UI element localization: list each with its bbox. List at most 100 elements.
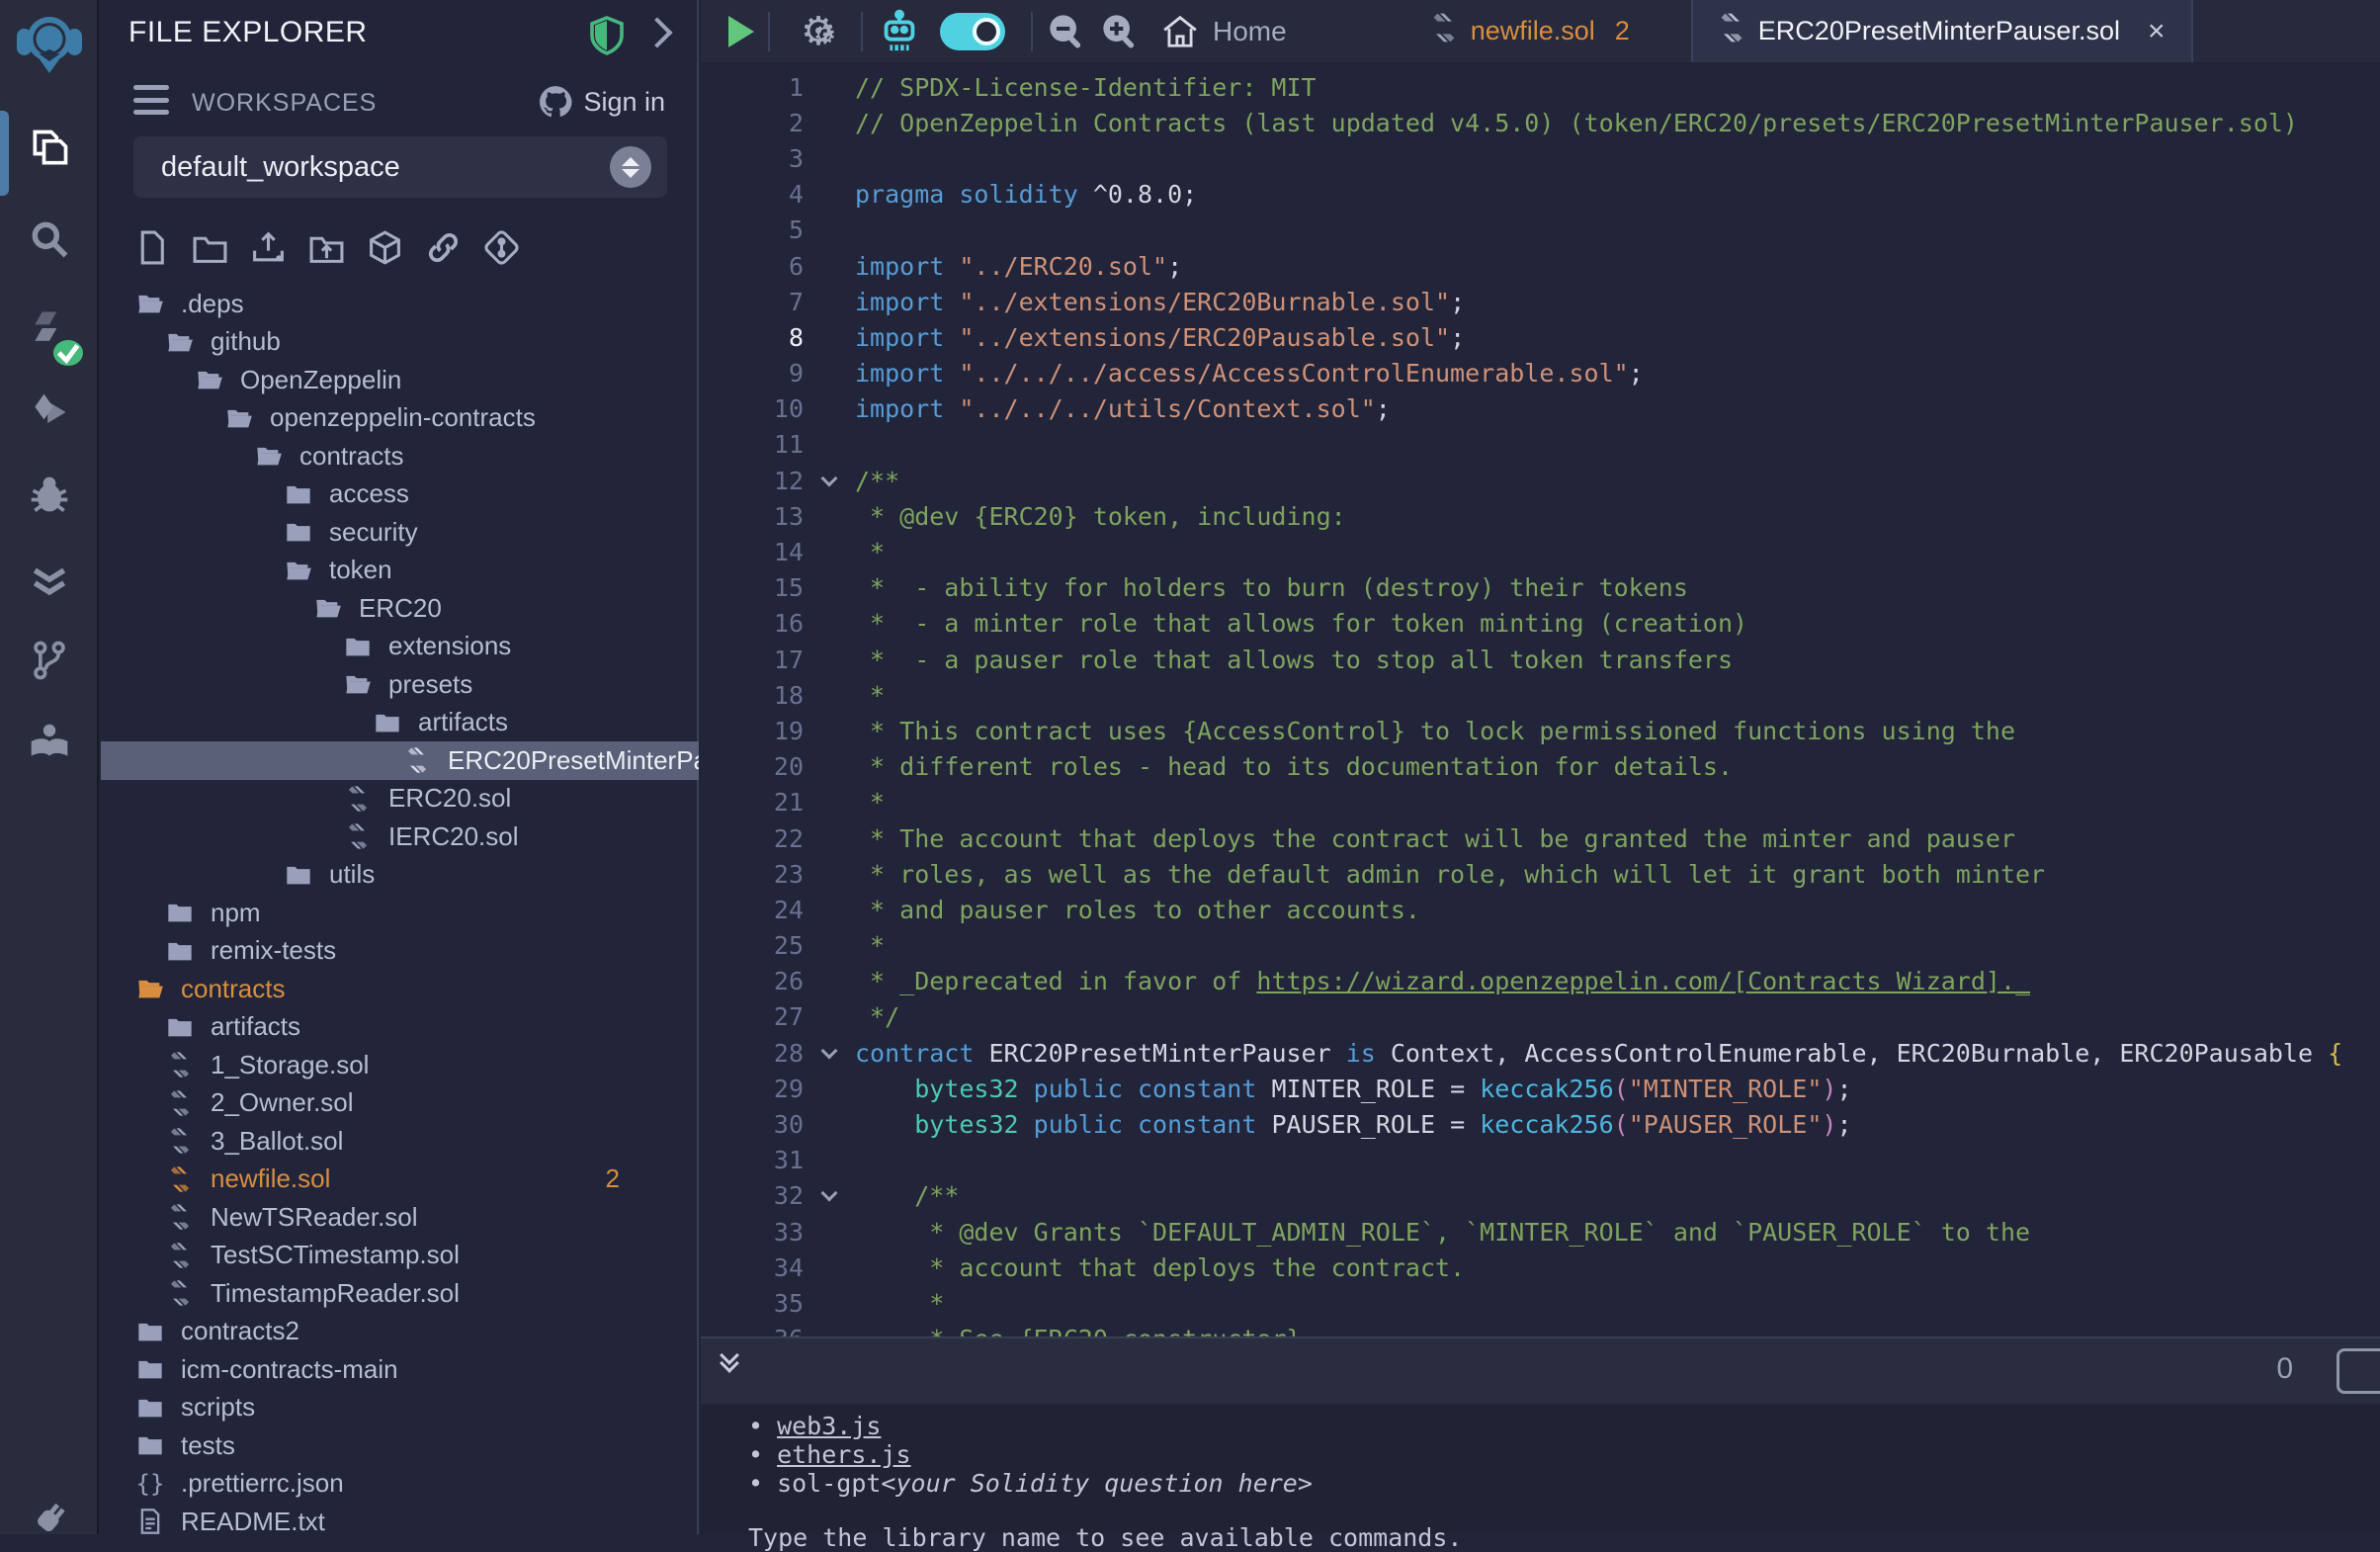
code-line-30[interactable]: 30 bytes32 public constant PAUSER_ROLE =… <box>701 1106 2380 1142</box>
tree-item-contracts[interactable]: contracts <box>101 970 699 1008</box>
code-line-16[interactable]: 16 * - a minter role that allows for tok… <box>701 606 2380 642</box>
code-line-10[interactable]: 10import "../../../utils/Context.sol"; <box>701 391 2380 427</box>
tree-item-presets[interactable]: presets <box>101 665 699 704</box>
tree-item-github[interactable]: github <box>101 323 699 362</box>
terminal-search-box[interactable] <box>2337 1348 2380 1394</box>
code-line-12[interactable]: 12/** <box>701 463 2380 498</box>
debugger-icon[interactable] <box>0 463 99 526</box>
upload-file-icon[interactable] <box>250 229 287 266</box>
collapse-panel-icon[interactable] <box>641 17 672 47</box>
tree-item--deps[interactable]: .deps <box>101 285 699 323</box>
fold-chevron-icon[interactable] <box>804 1192 855 1199</box>
tree-item-erc20-sol[interactable]: ERC20.sol <box>101 780 699 819</box>
tree-item-tests[interactable]: tests <box>101 1426 699 1465</box>
code-line-33[interactable]: 33 * @dev Grants `DEFAULT_ADMIN_ROLE`, `… <box>701 1214 2380 1250</box>
tree-item-2-owner-sol[interactable]: 2_Owner.sol <box>101 1084 699 1123</box>
tree-item-newfile-sol[interactable]: newfile.sol2 <box>101 1161 699 1199</box>
tree-item-erc20[interactable]: ERC20 <box>101 589 699 628</box>
terminal-link[interactable]: ethers.js <box>777 1440 910 1469</box>
git-clone-icon[interactable] <box>483 229 520 266</box>
ipfs-cube-icon[interactable] <box>367 229 403 266</box>
zoom-out-icon[interactable] <box>1047 12 1086 51</box>
unit-testing-icon[interactable] <box>0 550 99 613</box>
link-icon[interactable] <box>425 229 462 266</box>
code-line-1[interactable]: 1// SPDX-License-Identifier: MIT <box>701 69 2380 105</box>
tab-erc20presetminterpauser[interactable]: ERC20PresetMinterPauser.sol × <box>1691 0 2193 62</box>
new-folder-icon[interactable] <box>192 229 228 266</box>
tree-item-remix-tests[interactable]: remix-tests <box>101 932 699 971</box>
code-line-7[interactable]: 7import "../extensions/ERC20Burnable.sol… <box>701 284 2380 319</box>
tree-item-contracts[interactable]: contracts <box>101 437 699 475</box>
tree-item-npm[interactable]: npm <box>101 894 699 932</box>
learneth-icon[interactable] <box>0 710 99 773</box>
search-icon[interactable] <box>0 208 99 271</box>
tree-item-utils[interactable]: utils <box>101 856 699 895</box>
workspaces-menu-icon[interactable] <box>133 85 169 115</box>
code-line-15[interactable]: 15 * - ability for holders to burn (dest… <box>701 570 2380 606</box>
upload-folder-icon[interactable] <box>308 229 345 266</box>
code-line-19[interactable]: 19 * This contract uses {AccessControl} … <box>701 713 2380 748</box>
code-line-26[interactable]: 26 * _Deprecated in favor of https://wiz… <box>701 964 2380 999</box>
code-line-3[interactable]: 3 <box>701 140 2380 176</box>
code-line-9[interactable]: 9import "../../../access/AccessControlEn… <box>701 356 2380 391</box>
code-line-35[interactable]: 35 * <box>701 1285 2380 1321</box>
code-line-2[interactable]: 2// OpenZeppelin Contracts (last updated… <box>701 105 2380 140</box>
tree-item-timestampreader-sol[interactable]: TimestampReader.sol <box>101 1274 699 1313</box>
code-line-32[interactable]: 32 /** <box>701 1178 2380 1214</box>
tree-item-readme-txt[interactable]: README.txt <box>101 1503 699 1534</box>
tree-item-artifacts[interactable]: artifacts <box>101 704 699 742</box>
code-line-21[interactable]: 21 * <box>701 785 2380 820</box>
terminal-link[interactable]: web3.js <box>777 1412 881 1440</box>
tree-item-3-ballot-sol[interactable]: 3_Ballot.sol <box>101 1122 699 1161</box>
github-signin-button[interactable]: Sign in <box>538 85 665 119</box>
code-line-27[interactable]: 27 */ <box>701 999 2380 1035</box>
fold-chevron-icon[interactable] <box>804 1050 855 1057</box>
code-line-4[interactable]: 4pragma solidity ^0.8.0; <box>701 177 2380 213</box>
fold-chevron-icon[interactable] <box>804 477 855 484</box>
deploy-run-icon[interactable] <box>0 381 99 444</box>
tree-item-erc20presetminterpauser-[interactable]: ERC20PresetMinterPauser... <box>101 741 699 780</box>
new-file-icon[interactable] <box>133 229 170 266</box>
code-line-14[interactable]: 14 * <box>701 534 2380 569</box>
tree-item--prettierrc-json[interactable]: {}.prettierrc.json <box>101 1465 699 1504</box>
code-line-6[interactable]: 6import "../ERC20.sol"; <box>701 248 2380 284</box>
tree-item-openzeppelin-contracts[interactable]: openzeppelin-contracts <box>101 399 699 438</box>
tree-item-icm-contracts-main[interactable]: icm-contracts-main <box>101 1350 699 1389</box>
file-explorer-icon[interactable] <box>0 117 99 180</box>
trust-shield-icon[interactable] <box>589 16 625 55</box>
code-line-18[interactable]: 18 * <box>701 677 2380 713</box>
tree-item-newtsreader-sol[interactable]: NewTSReader.sol <box>101 1198 699 1237</box>
expand-terminal-icon[interactable] <box>722 1354 736 1370</box>
tree-item-security[interactable]: security <box>101 513 699 552</box>
tree-item-artifacts[interactable]: artifacts <box>101 1008 699 1047</box>
tree-item-access[interactable]: access <box>101 475 699 514</box>
code-line-36[interactable]: 36 * See {ERC20-constructor}. <box>701 1322 2380 1336</box>
tree-item-scripts[interactable]: scripts <box>101 1389 699 1427</box>
solidity-compiler-icon[interactable] <box>0 297 99 360</box>
tree-item-testsctimestamp-sol[interactable]: TestSCTimestamp.sol <box>101 1237 699 1275</box>
ai-toggle[interactable] <box>940 13 1005 50</box>
code-line-22[interactable]: 22 * The account that deploys the contra… <box>701 820 2380 856</box>
code-line-13[interactable]: 13 * @dev {ERC20} token, including: <box>701 498 2380 534</box>
ai-robot-icon[interactable] <box>877 9 922 54</box>
zoom-in-icon[interactable] <box>1100 12 1140 51</box>
workspace-select[interactable]: default_workspace <box>133 136 667 198</box>
code-line-31[interactable]: 31 <box>701 1143 2380 1178</box>
tree-item-extensions[interactable]: extensions <box>101 628 699 666</box>
tree-item-1-storage-sol[interactable]: 1_Storage.sol <box>101 1046 699 1084</box>
home-tab[interactable]: Home <box>1161 13 1287 50</box>
code-line-8[interactable]: 8import "../extensions/ERC20Pausable.sol… <box>701 319 2380 355</box>
plugin-manager-icon[interactable] <box>0 1488 99 1551</box>
tree-item-contracts2[interactable]: contracts2 <box>101 1313 699 1351</box>
compile-settings-icon[interactable]: ⚙⚙ <box>790 12 847 51</box>
git-icon[interactable] <box>0 629 99 692</box>
code-line-20[interactable]: 20 * different roles - head to its docum… <box>701 749 2380 785</box>
close-tab-icon[interactable]: × <box>2148 15 2166 48</box>
terminal-output[interactable]: •web3.js•ethers.js•sol-gpt <your Solidit… <box>748 1412 2330 1552</box>
tree-item-token[interactable]: token <box>101 552 699 590</box>
code-line-24[interactable]: 24 * and pauser roles to other accounts. <box>701 892 2380 927</box>
remix-logo-icon[interactable] <box>14 8 85 79</box>
code-line-17[interactable]: 17 * - a pauser role that allows to stop… <box>701 642 2380 677</box>
code-line-11[interactable]: 11 <box>701 427 2380 463</box>
tree-item-ierc20-sol[interactable]: IERC20.sol <box>101 818 699 856</box>
